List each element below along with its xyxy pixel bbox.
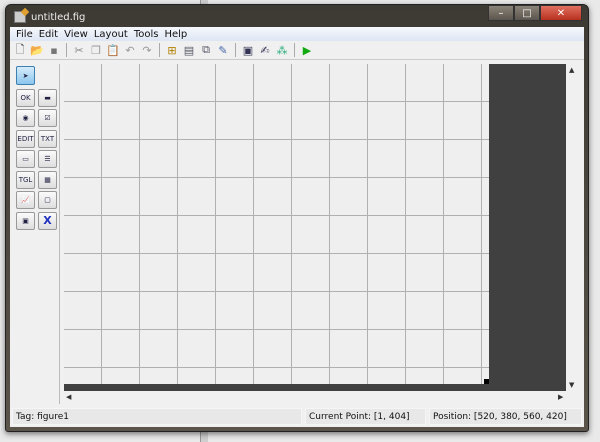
minimize-button[interactable]: – <box>488 5 514 21</box>
checkbox-tool-icon[interactable]: ☑ <box>38 109 57 127</box>
window-title: untitled.fig <box>31 11 86 23</box>
palette-divider <box>59 64 60 404</box>
title-bar: untitled.fig <box>14 8 85 26</box>
popup-menu-tool-icon[interactable]: ▭ <box>16 150 35 168</box>
align-icon[interactable]: ⊞ <box>165 43 179 57</box>
menu-editor-icon[interactable]: ▤ <box>182 43 196 57</box>
canvas-outside-area <box>489 64 566 391</box>
toolbar-separator <box>66 43 67 57</box>
object-browser-icon[interactable]: ⁂ <box>275 43 289 57</box>
menu-bar: File Edit View Layout Tools Help <box>10 27 584 41</box>
panel-tool-icon[interactable]: ▢ <box>38 191 57 209</box>
canvas-outside-area-bottom <box>64 384 489 391</box>
status-bar: Tag: figure1 Current Point: [1, 404] Pos… <box>12 408 582 425</box>
app-icon <box>14 11 26 23</box>
status-current-point: Current Point: [1, 404] <box>305 408 426 425</box>
menu-edit[interactable]: Edit <box>36 29 61 40</box>
copy-icon[interactable]: ❐ <box>89 43 103 57</box>
redo-icon[interactable]: ↷ <box>140 43 154 57</box>
activex-tool-icon[interactable]: X <box>38 211 57 230</box>
slider-tool-icon[interactable]: ▬ <box>38 88 57 107</box>
button-group-tool-icon[interactable]: ▣ <box>16 211 35 230</box>
scroll-right-arrow-icon[interactable]: ▶ <box>558 393 563 401</box>
table-tool-icon[interactable]: ▦ <box>38 170 57 189</box>
scroll-down-arrow-icon[interactable]: ▼ <box>569 381 574 389</box>
maximize-button[interactable]: □ <box>514 5 540 21</box>
vertical-scrollbar[interactable]: ▲ ▼ <box>566 64 578 391</box>
status-position: Position: [520, 380, 560, 420] <box>429 408 582 425</box>
save-icon[interactable]: ▪ <box>47 43 61 57</box>
undo-icon[interactable]: ↶ <box>123 43 137 57</box>
menu-view[interactable]: View <box>61 29 91 40</box>
edit-text-tool-icon[interactable]: EDIT <box>16 129 35 148</box>
scroll-left-arrow-icon[interactable]: ◀ <box>66 393 71 401</box>
run-icon[interactable]: ▶ <box>300 43 314 57</box>
layout-grid-canvas[interactable] <box>64 64 489 384</box>
property-inspector-icon[interactable]: ✍ <box>258 43 272 57</box>
figure-resize-handle[interactable] <box>484 379 489 384</box>
menu-layout[interactable]: Layout <box>91 29 131 40</box>
toolbar-separator <box>294 43 295 57</box>
m-file-editor-icon[interactable]: ▣ <box>241 43 255 57</box>
radio-button-tool-icon[interactable]: ◉ <box>16 109 35 127</box>
scroll-up-arrow-icon[interactable]: ▲ <box>569 66 574 74</box>
paste-icon[interactable]: 📋 <box>106 43 120 57</box>
axes-tool-icon[interactable]: 📈 <box>16 191 35 209</box>
toolbar-separator <box>159 43 160 57</box>
cut-icon[interactable]: ✂ <box>72 43 86 57</box>
menu-help[interactable]: Help <box>161 29 190 40</box>
status-tag: Tag: figure1 <box>12 408 302 425</box>
menu-tools[interactable]: Tools <box>131 29 162 40</box>
static-text-tool-icon[interactable]: TXT <box>38 129 57 148</box>
menu-file[interactable]: File <box>13 29 36 40</box>
toolbar-separator <box>235 43 236 57</box>
toolbar-editor-icon[interactable]: ✎ <box>216 43 230 57</box>
open-icon[interactable]: 📂 <box>30 43 44 57</box>
toolbar: 🗋 📂 ▪ ✂ ❐ 📋 ↶ ↷ ⊞ ▤ ⧉ ✎ ▣ ✍ ⁂ ▶ <box>10 41 584 60</box>
tab-order-icon[interactable]: ⧉ <box>199 43 213 57</box>
toggle-button-tool-icon[interactable]: TGL <box>16 170 35 189</box>
guide-window: untitled.fig – □ ✕ File Edit View Layout Too… <box>5 4 589 432</box>
horizontal-scrollbar[interactable]: ◀ ▶ <box>64 391 566 403</box>
close-button[interactable]: ✕ <box>540 5 582 21</box>
push-button-tool-icon[interactable]: OK <box>16 88 35 107</box>
select-tool-icon[interactable]: ➤ <box>16 66 35 85</box>
new-icon[interactable]: 🗋 <box>13 43 27 57</box>
listbox-tool-icon[interactable]: ☰ <box>38 150 57 168</box>
